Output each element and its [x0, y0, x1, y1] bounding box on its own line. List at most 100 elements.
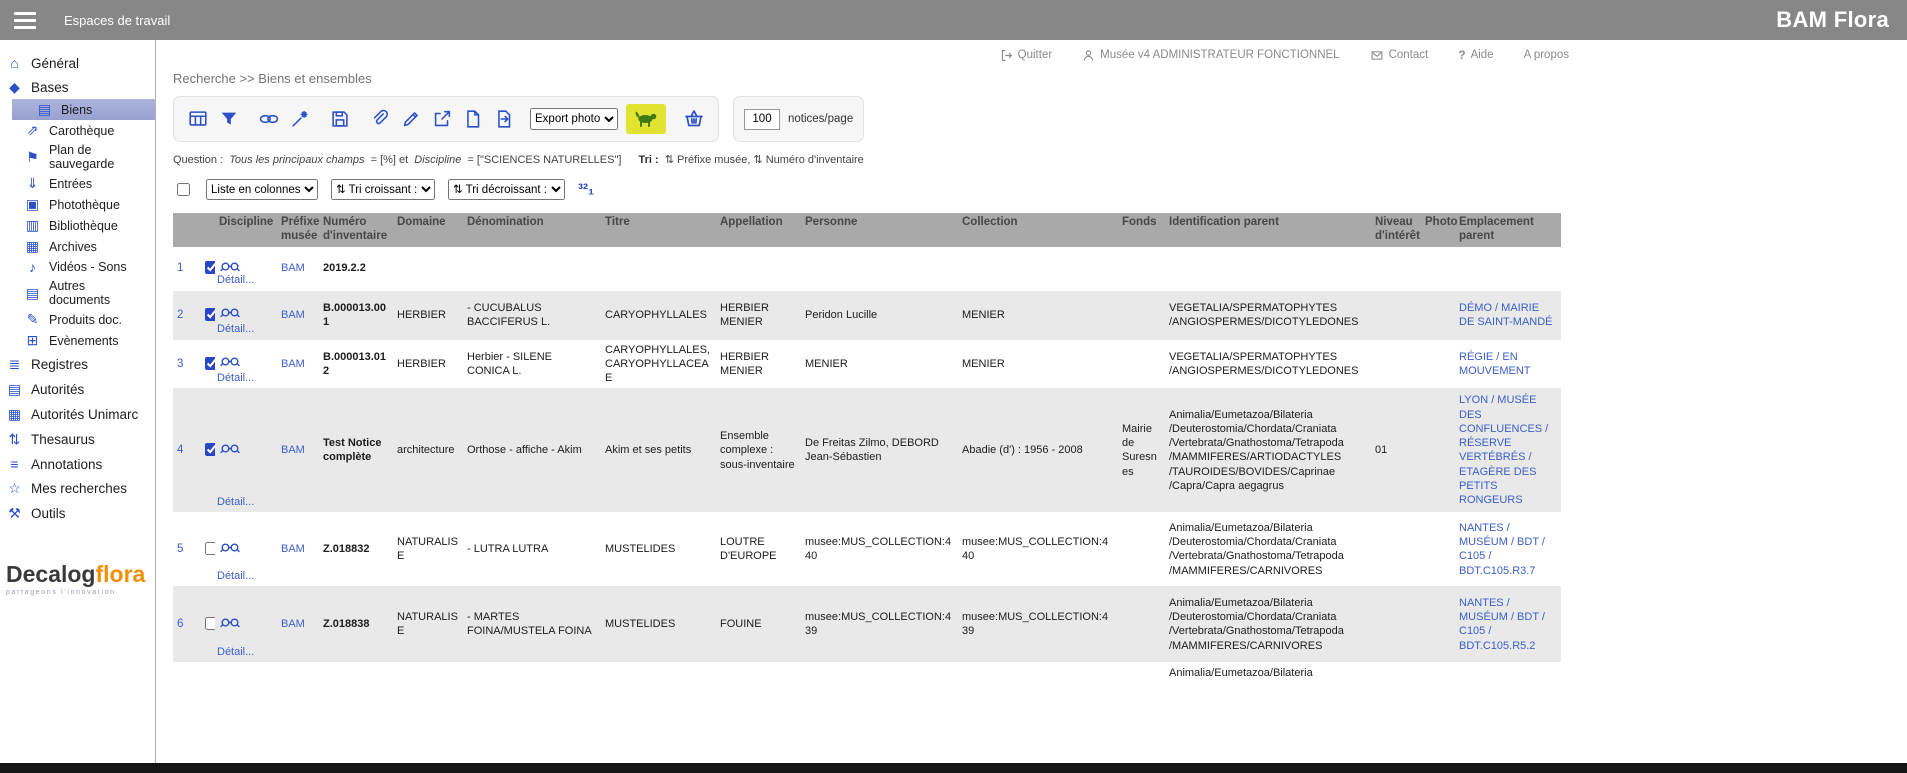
- prefixe-link[interactable]: BAM: [281, 543, 305, 555]
- cell-row-select: [197, 247, 215, 291]
- detail-link[interactable]: Détail...: [217, 273, 254, 287]
- sidebar-item-ev-nements[interactable]: ⊞Evènements: [0, 330, 155, 351]
- table-row: 6 Détail...BAMZ.018838NATURALISE- MARTES…: [173, 586, 1561, 662]
- basket-icon[interactable]: [680, 106, 708, 132]
- cell-niveau: [1371, 586, 1421, 662]
- species-export-button[interactable]: [626, 104, 666, 134]
- edit-icon[interactable]: [397, 106, 425, 132]
- emplacement-link[interactable]: DÉMO / MAIRIE DE SAINT-MANDÉ: [1459, 302, 1553, 328]
- emplacement-link[interactable]: LYON / MUSÉE DES CONFLUENCES / RÉSERVE V…: [1459, 394, 1548, 506]
- list-columns-icon[interactable]: [184, 106, 212, 132]
- menu-icon[interactable]: [14, 12, 36, 29]
- logo-flora: flora: [95, 561, 145, 587]
- sidebar-item-phototh-que[interactable]: ▣Photothèque: [0, 194, 155, 215]
- sidebar-item-mes-recherches[interactable]: ☆Mes recherches: [0, 477, 155, 500]
- sidebar-item-registres[interactable]: ≣Registres: [0, 353, 155, 376]
- sidebar-item-bases[interactable]: ◆Bases: [0, 76, 155, 99]
- wand-icon[interactable]: [286, 106, 314, 132]
- tools-icon: ⚒: [6, 505, 23, 522]
- row-checkbox[interactable]: [205, 261, 215, 274]
- sidebar-item-thesaurus[interactable]: ⇅Thesaurus: [0, 428, 155, 451]
- discipline-icon: [219, 540, 241, 555]
- document-export-icon[interactable]: [490, 106, 518, 132]
- sidebar-item-vid-os-sons[interactable]: ♪Vidéos - Sons: [0, 257, 155, 277]
- cell-denomination: Orthose - affiche - Akim: [463, 388, 601, 512]
- cell-collection: MENIER: [958, 340, 1118, 389]
- select-all-checkbox[interactable]: [177, 183, 190, 196]
- user-account-link[interactable]: Musée v4 ADMINISTRATEUR FONCTIONNEL: [1082, 49, 1339, 62]
- row-checkbox[interactable]: [205, 542, 215, 555]
- page-size-input[interactable]: [744, 109, 780, 130]
- quitter-link[interactable]: Quitter: [1000, 49, 1053, 62]
- detail-link[interactable]: Détail...: [217, 569, 254, 583]
- sidebar-item-biblioth-que[interactable]: ▥Bibliothèque: [0, 215, 155, 236]
- row-number-link[interactable]: 4: [177, 444, 183, 456]
- sidebar-item-archives[interactable]: ▦Archives: [0, 236, 155, 257]
- sidebar-item-annotations[interactable]: ≡Annotations: [0, 453, 155, 475]
- detail-link[interactable]: Détail...: [217, 371, 254, 385]
- row-number-link[interactable]: 6: [177, 618, 183, 630]
- sidebar-item-biens[interactable]: ▤Biens: [12, 99, 155, 120]
- apropos-link[interactable]: A propos: [1524, 49, 1569, 61]
- prefixe-link[interactable]: BAM: [281, 309, 305, 321]
- prefixe-link[interactable]: BAM: [281, 358, 305, 370]
- external-link-icon[interactable]: [428, 106, 456, 132]
- emplacement-link[interactable]: NANTES / MUSÉUM / BDT / C105 / BDT.C105.…: [1459, 522, 1545, 577]
- row-checkbox[interactable]: [205, 357, 215, 370]
- attachment-icon[interactable]: [366, 106, 394, 132]
- sidebar-item-outils[interactable]: ⚒Outils: [0, 502, 155, 525]
- prefixe-link[interactable]: BAM: [281, 618, 305, 630]
- filter-icon[interactable]: [215, 106, 243, 132]
- document-icon[interactable]: [459, 106, 487, 132]
- cell-identification: Animalia​/Eumetazoa​/Bilateria​/Deuteros…: [1165, 512, 1371, 586]
- sort-asc-select[interactable]: ⇅ Tri croissant :: [331, 179, 435, 200]
- sidebar-item-entr-es[interactable]: ⇓Entrées: [0, 173, 155, 194]
- row-number-link[interactable]: 3: [177, 358, 183, 370]
- sort-desc-select[interactable]: ⇅ Tri décroissant :: [448, 179, 565, 200]
- cell-numero: Test Notice complète: [319, 388, 393, 512]
- emplacement-link[interactable]: RÉGIE / EN MOUVEMENT: [1459, 351, 1531, 377]
- row-number-link[interactable]: 5: [177, 543, 183, 555]
- sidebar-item-g-n-ral[interactable]: ⌂Général: [0, 52, 155, 74]
- sidebar-item-autorit-s-unimarc[interactable]: ▦Autorités Unimarc: [0, 403, 155, 426]
- contact-link[interactable]: Contact: [1370, 49, 1429, 62]
- help-icon: ?: [1458, 48, 1465, 62]
- prefixe-link[interactable]: BAM: [281, 262, 305, 274]
- detail-link[interactable]: Détail...: [217, 495, 254, 509]
- sidebar-item-produits-doc-[interactable]: ✎Produits doc.: [0, 309, 155, 330]
- sidebar-item-label: Registres: [31, 357, 88, 372]
- cell-photo: [1421, 388, 1455, 512]
- row-checkbox[interactable]: [205, 443, 215, 456]
- cell-identification: [1165, 247, 1371, 291]
- row-checkbox[interactable]: [205, 617, 215, 630]
- row-number-link[interactable]: 1: [177, 262, 183, 274]
- link-icon[interactable]: [255, 106, 283, 132]
- save-icon[interactable]: [326, 106, 354, 132]
- sidebar-item-caroth-que[interactable]: ⇗Carothèque: [0, 120, 155, 141]
- cell-photo: [1421, 512, 1455, 586]
- sidebar-item-autorit-s[interactable]: ▤Autorités: [0, 378, 155, 401]
- view-mode-select[interactable]: Liste en colonnes: [206, 179, 318, 200]
- cell-discipline: [215, 662, 277, 684]
- emplacement-link[interactable]: NANTES / MUSÉUM / BDT / C105 / BDT.C105.…: [1459, 597, 1545, 652]
- cell-personne: MENIER: [801, 340, 958, 389]
- row-checkbox[interactable]: [205, 308, 215, 321]
- sidebar-item-plan-de-sauvegarde[interactable]: ⚑Plan de sauvegarde: [0, 141, 155, 173]
- cell-row-number: 2: [173, 291, 197, 340]
- sort-order-icon[interactable]: ³²₁: [578, 182, 594, 197]
- export-photo-select[interactable]: Export photo: [530, 108, 618, 130]
- cell-identification: Animalia​/Eumetazoa​/Bilateria​/Deuteros…: [1165, 388, 1371, 512]
- sidebar-item-autres-documents[interactable]: ▤Autres documents: [0, 277, 155, 309]
- tri-label: Tri :: [639, 154, 659, 166]
- detail-link[interactable]: Détail...: [217, 322, 254, 336]
- prefixe-link[interactable]: BAM: [281, 444, 305, 456]
- tag-icon: ◆: [6, 79, 23, 96]
- cell-denomination: [463, 247, 601, 291]
- row-number-link[interactable]: 2: [177, 309, 183, 321]
- aide-link[interactable]: ? Aide: [1458, 48, 1493, 62]
- cell-discipline: Détail...: [215, 340, 277, 389]
- cell-appellation: [716, 247, 801, 291]
- detail-link[interactable]: Détail...: [217, 645, 254, 659]
- contact-icon: [1370, 49, 1384, 62]
- cell-photo: [1421, 586, 1455, 662]
